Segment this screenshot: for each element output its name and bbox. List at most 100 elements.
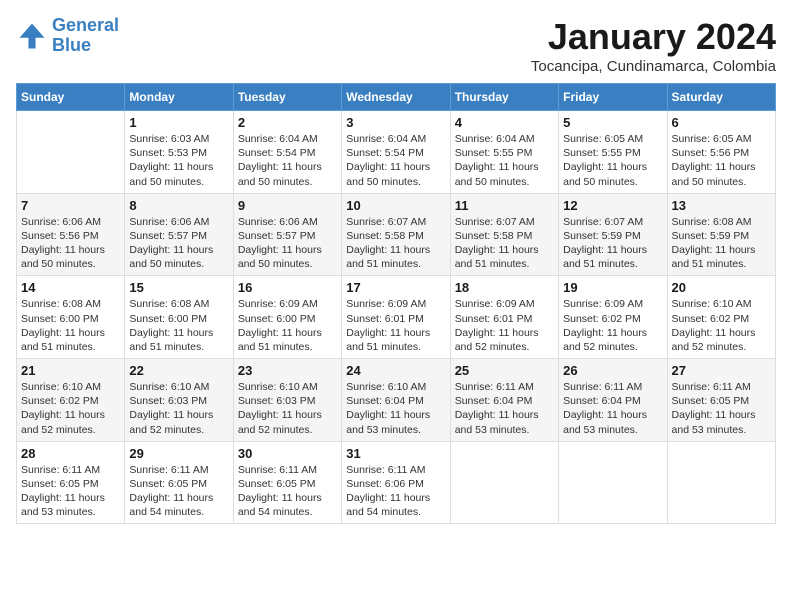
day-info: Sunrise: 6:10 AMSunset: 6:03 PMDaylight:…	[129, 380, 228, 437]
day-number: 6	[672, 115, 771, 130]
day-number: 2	[238, 115, 337, 130]
weekday-header-thursday: Thursday	[450, 84, 558, 111]
day-info: Sunrise: 6:11 AMSunset: 6:05 PMDaylight:…	[21, 463, 120, 520]
day-number: 3	[346, 115, 445, 130]
day-number: 14	[21, 280, 120, 295]
logo-icon	[16, 20, 48, 52]
calendar-cell: 21 Sunrise: 6:10 AMSunset: 6:02 PMDayligh…	[17, 359, 125, 442]
day-number: 29	[129, 446, 228, 461]
day-info: Sunrise: 6:10 AMSunset: 6:02 PMDaylight:…	[21, 380, 120, 437]
calendar-cell: 3 Sunrise: 6:04 AMSunset: 5:54 PMDaylight…	[342, 111, 450, 194]
day-number: 8	[129, 198, 228, 213]
day-info: Sunrise: 6:10 AMSunset: 6:04 PMDaylight:…	[346, 380, 445, 437]
weekday-header-tuesday: Tuesday	[233, 84, 341, 111]
day-info: Sunrise: 6:07 AMSunset: 5:58 PMDaylight:…	[346, 215, 445, 272]
calendar-week-5: 28 Sunrise: 6:11 AMSunset: 6:05 PMDayligh…	[17, 441, 776, 524]
day-info: Sunrise: 6:06 AMSunset: 5:57 PMDaylight:…	[129, 215, 228, 272]
day-info: Sunrise: 6:05 AMSunset: 5:55 PMDaylight:…	[563, 132, 662, 189]
calendar-cell: 11Sunrise: 6:07 AMSunset: 5:58 PMDayligh…	[450, 193, 558, 276]
day-info: Sunrise: 6:08 AMSunset: 5:59 PMDaylight:…	[672, 215, 771, 272]
day-number: 30	[238, 446, 337, 461]
calendar-cell: 15Sunrise: 6:08 AMSunset: 6:00 PMDayligh…	[125, 276, 233, 359]
location: Tocancipa, Cundinamarca, Colombia	[531, 58, 776, 75]
weekday-row: SundayMondayTuesdayWednesdayThursdayFrid…	[17, 84, 776, 111]
logo-general: General	[52, 15, 119, 35]
day-number: 31	[346, 446, 445, 461]
calendar-cell: 8 Sunrise: 6:06 AMSunset: 5:57 PMDaylight…	[125, 193, 233, 276]
calendar-cell: 16 Sunrise: 6:09 AMSunset: 6:00 PMDayligh…	[233, 276, 341, 359]
day-info: Sunrise: 6:07 AMSunset: 5:59 PMDaylight:…	[563, 215, 662, 272]
calendar-cell	[450, 441, 558, 524]
day-number: 22	[129, 363, 228, 378]
calendar-cell: 27 Sunrise: 6:11 AMSunset: 6:05 PMDayligh…	[667, 359, 775, 442]
calendar-cell: 4 Sunrise: 6:04 AMSunset: 5:55 PMDaylight…	[450, 111, 558, 194]
day-number: 26	[563, 363, 662, 378]
calendar-body: 1 Sunrise: 6:03 AMSunset: 5:53 PMDaylight…	[17, 111, 776, 524]
logo-text: General Blue	[52, 16, 119, 56]
calendar-cell: 9Sunrise: 6:06 AMSunset: 5:57 PMDaylight…	[233, 193, 341, 276]
month-title: January 2024	[531, 16, 776, 58]
weekday-header-wednesday: Wednesday	[342, 84, 450, 111]
calendar-cell: 30 Sunrise: 6:11 AMSunset: 6:05 PMDayligh…	[233, 441, 341, 524]
calendar-cell: 7 Sunrise: 6:06 AMSunset: 5:56 PMDaylight…	[17, 193, 125, 276]
calendar-cell	[17, 111, 125, 194]
calendar-cell: 31 Sunrise: 6:11 AMSunset: 6:06 PMDayligh…	[342, 441, 450, 524]
calendar-cell: 12 Sunrise: 6:07 AMSunset: 5:59 PMDayligh…	[559, 193, 667, 276]
day-info: Sunrise: 6:07 AMSunset: 5:58 PMDaylight:…	[455, 215, 554, 272]
day-number: 27	[672, 363, 771, 378]
calendar-week-1: 1 Sunrise: 6:03 AMSunset: 5:53 PMDaylight…	[17, 111, 776, 194]
weekday-header-saturday: Saturday	[667, 84, 775, 111]
page-header: General Blue January 2024 Tocancipa, Cun…	[16, 16, 776, 75]
calendar-cell	[559, 441, 667, 524]
day-info: Sunrise: 6:04 AMSunset: 5:55 PMDaylight:…	[455, 132, 554, 189]
calendar-cell: 24Sunrise: 6:10 AMSunset: 6:04 PMDayligh…	[342, 359, 450, 442]
title-block: January 2024 Tocancipa, Cundinamarca, Co…	[531, 16, 776, 75]
calendar-cell: 5 Sunrise: 6:05 AMSunset: 5:55 PMDaylight…	[559, 111, 667, 194]
day-info: Sunrise: 6:04 AMSunset: 5:54 PMDaylight:…	[346, 132, 445, 189]
calendar-cell: 18Sunrise: 6:09 AMSunset: 6:01 PMDayligh…	[450, 276, 558, 359]
calendar-cell: 10Sunrise: 6:07 AMSunset: 5:58 PMDayligh…	[342, 193, 450, 276]
calendar-cell: 22 Sunrise: 6:10 AMSunset: 6:03 PMDayligh…	[125, 359, 233, 442]
calendar-header: SundayMondayTuesdayWednesdayThursdayFrid…	[17, 84, 776, 111]
calendar-week-4: 21 Sunrise: 6:10 AMSunset: 6:02 PMDayligh…	[17, 359, 776, 442]
day-info: Sunrise: 6:11 AMSunset: 6:06 PMDaylight:…	[346, 463, 445, 520]
day-number: 21	[21, 363, 120, 378]
day-number: 1	[129, 115, 228, 130]
day-number: 16	[238, 280, 337, 295]
day-info: Sunrise: 6:03 AMSunset: 5:53 PMDaylight:…	[129, 132, 228, 189]
calendar-cell: 23Sunrise: 6:10 AMSunset: 6:03 PMDayligh…	[233, 359, 341, 442]
calendar-cell: 25Sunrise: 6:11 AMSunset: 6:04 PMDayligh…	[450, 359, 558, 442]
calendar-cell: 13 Sunrise: 6:08 AMSunset: 5:59 PMDayligh…	[667, 193, 775, 276]
day-info: Sunrise: 6:05 AMSunset: 5:56 PMDaylight:…	[672, 132, 771, 189]
day-info: Sunrise: 6:08 AMSunset: 6:00 PMDaylight:…	[21, 297, 120, 354]
calendar-cell: 17Sunrise: 6:09 AMSunset: 6:01 PMDayligh…	[342, 276, 450, 359]
day-number: 12	[563, 198, 662, 213]
day-number: 20	[672, 280, 771, 295]
calendar-cell: 26Sunrise: 6:11 AMSunset: 6:04 PMDayligh…	[559, 359, 667, 442]
calendar-cell: 1 Sunrise: 6:03 AMSunset: 5:53 PMDaylight…	[125, 111, 233, 194]
calendar-cell	[667, 441, 775, 524]
day-number: 13	[672, 198, 771, 213]
day-number: 28	[21, 446, 120, 461]
day-info: Sunrise: 6:04 AMSunset: 5:54 PMDaylight:…	[238, 132, 337, 189]
weekday-header-sunday: Sunday	[17, 84, 125, 111]
calendar-cell: 6 Sunrise: 6:05 AMSunset: 5:56 PMDaylight…	[667, 111, 775, 194]
day-info: Sunrise: 6:06 AMSunset: 5:56 PMDaylight:…	[21, 215, 120, 272]
day-number: 5	[563, 115, 662, 130]
day-number: 7	[21, 198, 120, 213]
weekday-header-friday: Friday	[559, 84, 667, 111]
day-number: 25	[455, 363, 554, 378]
day-info: Sunrise: 6:09 AMSunset: 6:02 PMDaylight:…	[563, 297, 662, 354]
calendar-table: SundayMondayTuesdayWednesdayThursdayFrid…	[16, 83, 776, 524]
calendar-cell: 19 Sunrise: 6:09 AMSunset: 6:02 PMDayligh…	[559, 276, 667, 359]
day-info: Sunrise: 6:09 AMSunset: 6:01 PMDaylight:…	[346, 297, 445, 354]
day-info: Sunrise: 6:11 AMSunset: 6:05 PMDaylight:…	[672, 380, 771, 437]
day-info: Sunrise: 6:11 AMSunset: 6:05 PMDaylight:…	[238, 463, 337, 520]
day-info: Sunrise: 6:09 AMSunset: 6:01 PMDaylight:…	[455, 297, 554, 354]
day-info: Sunrise: 6:11 AMSunset: 6:05 PMDaylight:…	[129, 463, 228, 520]
day-info: Sunrise: 6:06 AMSunset: 5:57 PMDaylight:…	[238, 215, 337, 272]
day-number: 19	[563, 280, 662, 295]
calendar-cell: 14 Sunrise: 6:08 AMSunset: 6:00 PMDayligh…	[17, 276, 125, 359]
day-info: Sunrise: 6:09 AMSunset: 6:00 PMDaylight:…	[238, 297, 337, 354]
day-number: 4	[455, 115, 554, 130]
